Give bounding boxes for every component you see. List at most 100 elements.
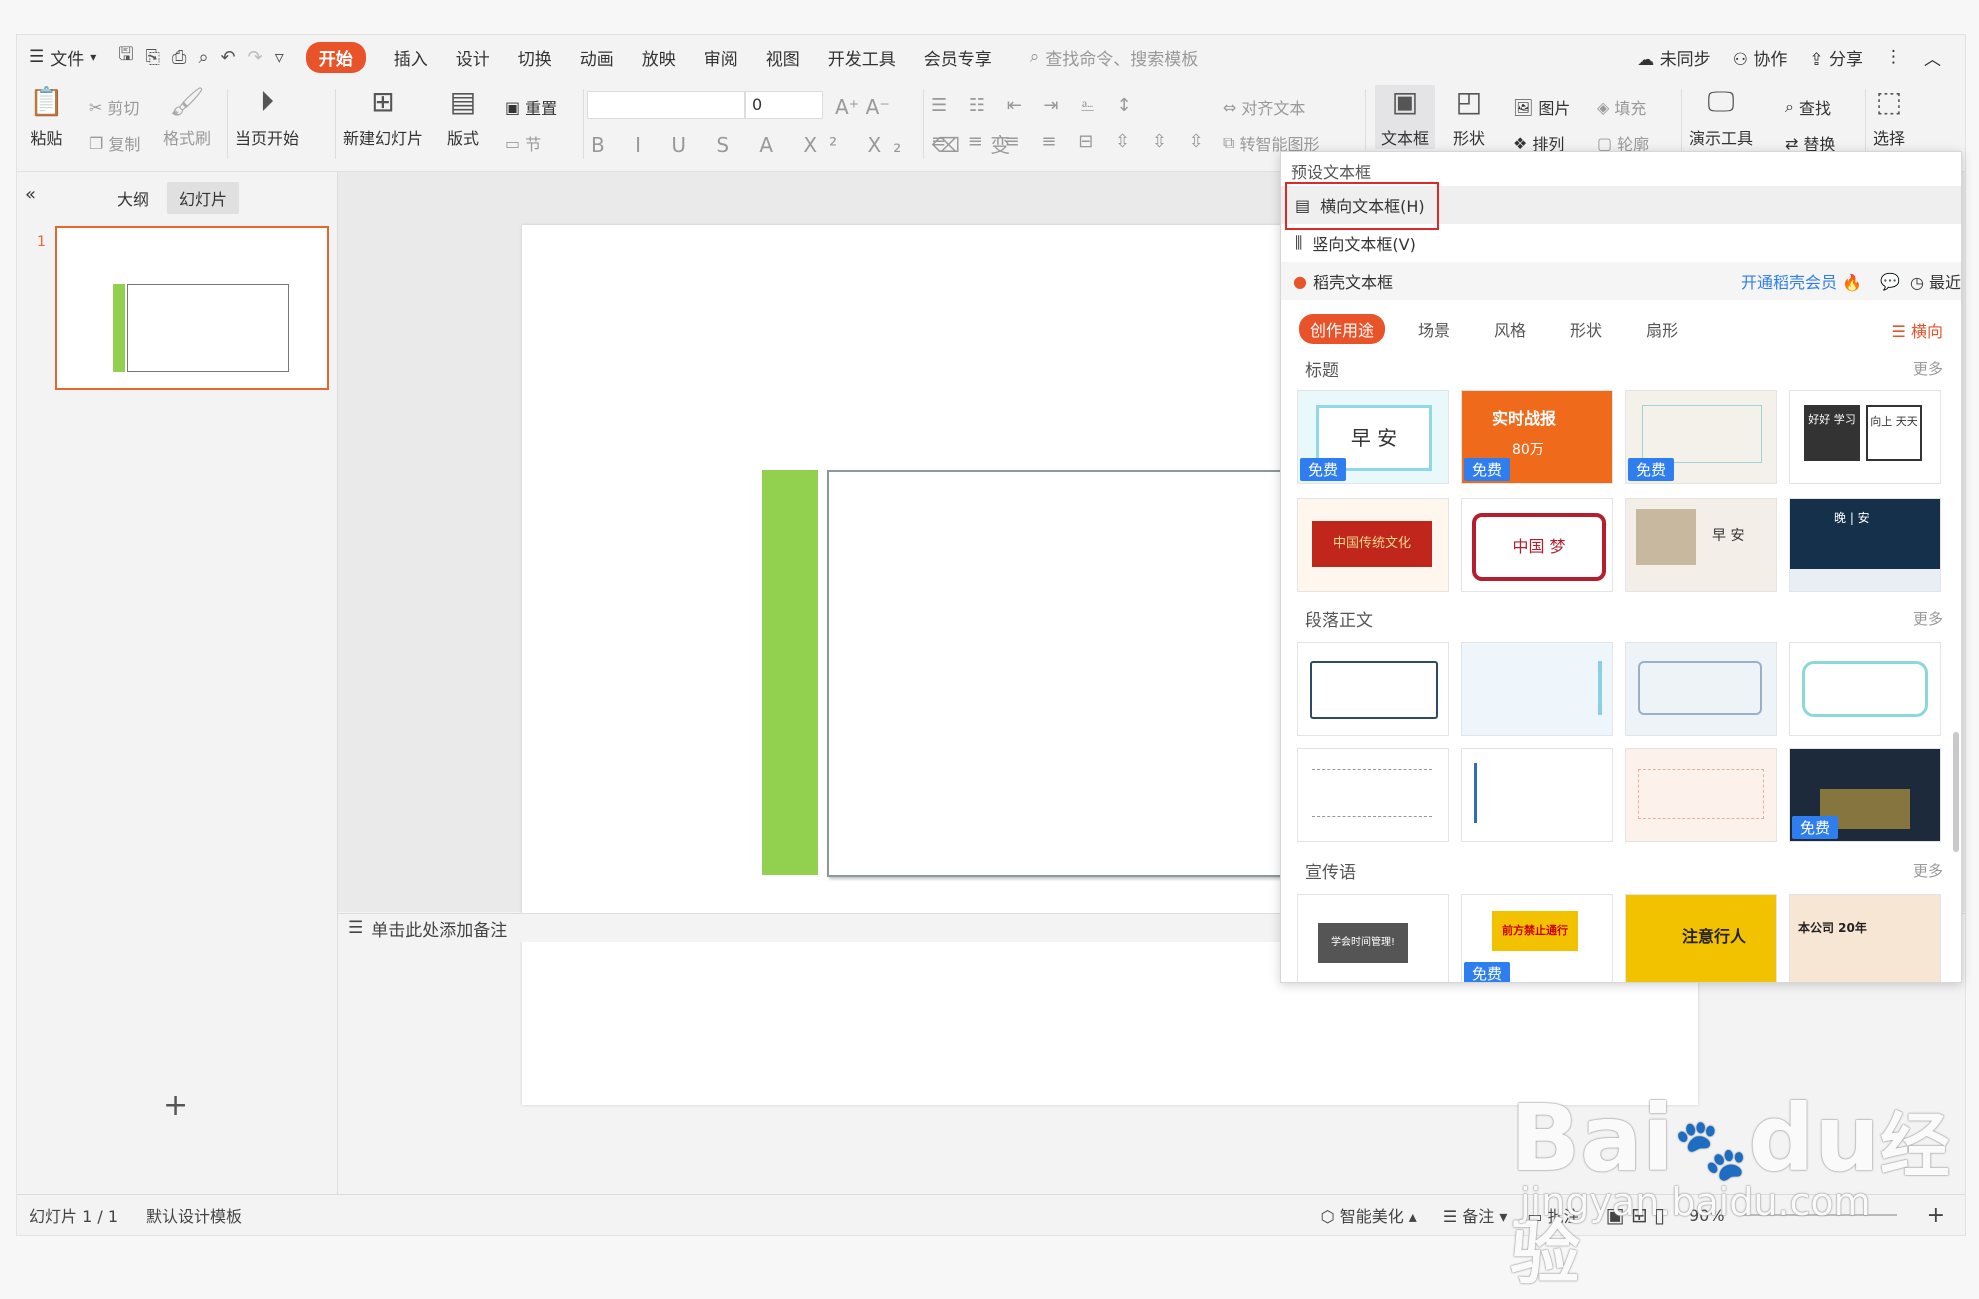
watermark-url: jingyan.baidu.com [1520, 1180, 1871, 1224]
textbox-button[interactable]: ▣ 文本框 [1375, 85, 1436, 149]
tab-transition[interactable]: 切换 [504, 35, 566, 79]
find-icon: ⌕ [1785, 97, 1794, 116]
file-menu[interactable]: ☰ 文件 ▾ [17, 35, 110, 79]
template-card[interactable]: 早 安 [1625, 498, 1777, 592]
format-painter-button[interactable]: 🖌 格式刷 [163, 85, 211, 149]
customize-icon[interactable]: ▿ [275, 47, 284, 68]
template-card[interactable]: 好好 学习 向上 天天 [1789, 390, 1941, 484]
font-name-input[interactable] [587, 91, 745, 119]
add-slide-icon[interactable]: + [163, 1088, 188, 1123]
filter-fan[interactable]: 扇形 [1635, 314, 1689, 344]
search-icon: ⌕ [1029, 47, 1040, 67]
template-card[interactable] [1625, 642, 1777, 736]
share-button[interactable]: ⇪ 分享 [1809, 45, 1863, 70]
docer-header: ● 稻壳文本框 开通稻壳会员 🔥 💬 ◷ 最近 [1281, 262, 1961, 300]
save-icon[interactable]: 🖫 [118, 42, 133, 72]
docer-logo-icon: ● [1293, 271, 1307, 291]
template-card[interactable]: 免费 [1789, 748, 1941, 842]
find-button[interactable]: ⌕ 查找 [1785, 95, 1831, 119]
vip-link[interactable]: 开通稻壳会员 🔥 [1741, 269, 1862, 293]
textbox-icon: ▣ [1391, 85, 1419, 118]
print-icon[interactable]: ⎙ [172, 47, 186, 68]
filter-style[interactable]: 风格 [1483, 314, 1537, 344]
recent-button[interactable]: ◷ 最近 [1910, 269, 1961, 293]
tab-membership[interactable]: 会员专享 [910, 35, 1006, 79]
sync-status[interactable]: ☁ 未同步 [1637, 45, 1710, 70]
orientation-toggle[interactable]: ☰ 横向 [1892, 318, 1943, 342]
font-size-input[interactable]: 0 [745, 91, 823, 119]
paragraph-align-buttons[interactable]: ≡ ≡ ≡ ≡ ⊟ ⇳ ⇳ ⇳ [931, 131, 1212, 152]
tab-slideshow[interactable]: 放映 [628, 35, 690, 79]
template-card[interactable]: 前方禁止通行 免费 [1461, 894, 1613, 982]
select-button[interactable]: ⬚ 选择 [1873, 85, 1905, 149]
template-card[interactable]: 本公司 20年 [1789, 894, 1941, 982]
template-name[interactable]: 默认设计模板 [146, 1203, 242, 1227]
template-card[interactable] [1789, 642, 1941, 736]
template-card[interactable]: 注意行人 [1625, 894, 1777, 982]
copy-icon: ❐ [89, 133, 104, 153]
template-card[interactable] [1297, 748, 1449, 842]
section-button[interactable]: ▭ 节 [505, 131, 541, 155]
print-preview-icon[interactable]: ⌕ [198, 47, 208, 68]
filter-shape[interactable]: 形状 [1559, 314, 1613, 344]
template-card[interactable]: 早 安 免费 [1297, 390, 1449, 484]
tab-insert[interactable]: 插入 [380, 35, 442, 79]
list-buttons[interactable]: ☰ ☷ ⇤ ⇥ ⎁ ↕ [931, 95, 1140, 116]
beautify-button[interactable]: ⬡ 智能美化 ▴ [1321, 1203, 1417, 1227]
paste-button[interactable]: 📋 粘贴 [29, 85, 64, 149]
slide-thumbnail[interactable] [55, 226, 329, 390]
copy-button[interactable]: ❐ 复制 [89, 131, 140, 155]
template-card[interactable] [1297, 642, 1449, 736]
collaborate-button[interactable]: ⚇ 协作 [1733, 45, 1788, 70]
template-card[interactable] [1625, 748, 1777, 842]
share-doc-icon[interactable]: ⎘ [146, 47, 160, 68]
tab-slides[interactable]: 幻灯片 [167, 182, 240, 214]
template-card[interactable]: 中国 梦 [1461, 498, 1613, 592]
layout-button[interactable]: ▤ 版式 [447, 85, 479, 149]
play-current-button[interactable]: ⏵ 当页开始 [235, 85, 299, 149]
more-link-title[interactable]: 更多 [1913, 358, 1943, 379]
tab-review[interactable]: 审阅 [690, 35, 752, 79]
redo-icon[interactable]: ↷ [248, 47, 263, 68]
picture-button[interactable]: 🖼 图片 [1513, 95, 1570, 119]
new-slide-button[interactable]: ⊞ 新建幻灯片 [343, 85, 423, 149]
more-link-slogan[interactable]: 更多 [1913, 860, 1943, 881]
undo-icon[interactable]: ↶ [221, 47, 236, 68]
collapse-ribbon-icon[interactable]: ︿ [1924, 45, 1941, 70]
filter-purpose[interactable]: 创作用途 [1299, 314, 1386, 344]
notes-toggle[interactable]: ☰ 备注 ▾ [1443, 1203, 1508, 1227]
present-tools-button[interactable]: 🖵 演示工具 [1689, 85, 1753, 149]
template-card[interactable]: 中国传统文化 [1297, 498, 1449, 592]
tab-design[interactable]: 设计 [442, 35, 504, 79]
reset-icon: ▣ [505, 97, 521, 117]
green-bar-shape[interactable] [762, 470, 818, 875]
collapse-pane-icon[interactable]: « [25, 184, 36, 205]
template-card[interactable]: 晚 | 安 [1789, 498, 1941, 592]
reset-button[interactable]: ▣ 重置 [505, 95, 557, 119]
template-card[interactable] [1461, 642, 1613, 736]
more-vertical-icon[interactable]: ⋮ [1885, 47, 1902, 67]
tab-animation[interactable]: 动画 [566, 35, 628, 79]
tab-outline[interactable]: 大纲 [105, 182, 161, 214]
shape-button[interactable]: ◰ 形状 [1453, 85, 1485, 149]
tab-developer[interactable]: 开发工具 [814, 35, 910, 79]
filter-scene[interactable]: 场景 [1407, 314, 1461, 344]
template-card[interactable]: 实时战报 80万 免费 [1461, 390, 1613, 484]
align-text-button[interactable]: ⇔ 对齐文本 [1223, 95, 1305, 119]
section-icon: ▭ [505, 133, 521, 153]
select-icon: ⬚ [1875, 85, 1903, 118]
chat-icon[interactable]: 💬 [1880, 272, 1900, 291]
tab-home[interactable]: 开始 [292, 35, 380, 79]
cut-button[interactable]: ✂ 剪切 [89, 95, 139, 119]
fill-icon: ◈ [1597, 97, 1610, 117]
fill-button[interactable]: ◈ 填充 [1597, 95, 1646, 119]
more-link-paragraph[interactable]: 更多 [1913, 608, 1943, 629]
template-card[interactable] [1461, 748, 1613, 842]
tab-view[interactable]: 视图 [752, 35, 814, 79]
font-grow-icon[interactable]: A⁺ A⁻ [835, 95, 890, 119]
command-search[interactable]: ⌕ 查找命令、搜索模板 [1006, 45, 1199, 70]
vertical-textbox-item[interactable]: ⫼ 竖向文本框(V) [1281, 226, 1961, 260]
template-card[interactable]: 免费 [1625, 390, 1777, 484]
panel-scrollbar[interactable] [1953, 732, 1959, 852]
template-card[interactable]: 学会时间管理! [1297, 894, 1449, 982]
